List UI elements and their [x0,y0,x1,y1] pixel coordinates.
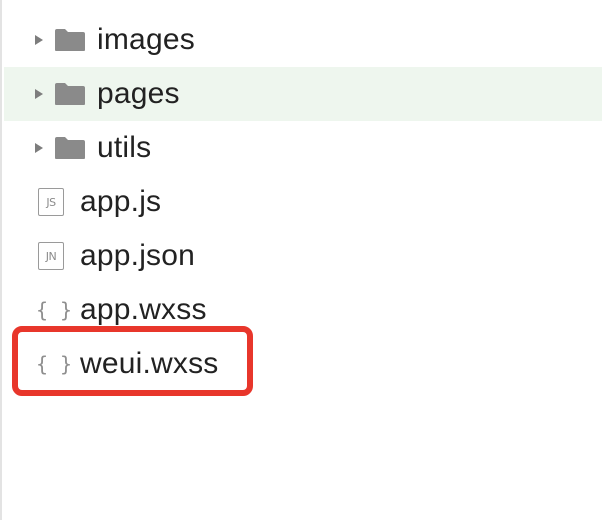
tree-item-label: app.json [80,239,196,272]
tree-item-weui-wxss[interactable]: { } weui.wxss [4,337,602,391]
tree-item-images-folder[interactable]: images [4,13,602,67]
braces-file-icon: { } [35,352,73,376]
tree-item-label: images [97,23,195,56]
tree-item-label: weui.wxss [80,347,219,380]
tree-item-label: app.js [80,185,162,218]
tree-item-pages-folder[interactable]: pages [4,67,602,121]
braces-file-icon: { } [35,298,73,322]
json-file-icon: JN [38,242,64,270]
tree-item-app-json[interactable]: JN app.json [4,229,602,283]
expand-arrow-icon[interactable] [35,89,43,99]
tree-item-app-wxss[interactable]: { } app.wxss [4,283,602,337]
file-tree: images pages utils JS app.js JN app.json… [0,0,602,520]
js-file-icon: JS [38,188,64,216]
tree-item-label: utils [97,131,152,164]
folder-icon [54,136,86,160]
tree-item-utils-folder[interactable]: utils [4,121,602,175]
tree-item-label: pages [97,77,180,110]
tree-item-label: app.wxss [80,293,207,326]
folder-icon [54,82,86,106]
folder-icon [54,28,86,52]
expand-arrow-icon[interactable] [35,143,43,153]
expand-arrow-icon[interactable] [35,35,43,45]
tree-item-app-js[interactable]: JS app.js [4,175,602,229]
